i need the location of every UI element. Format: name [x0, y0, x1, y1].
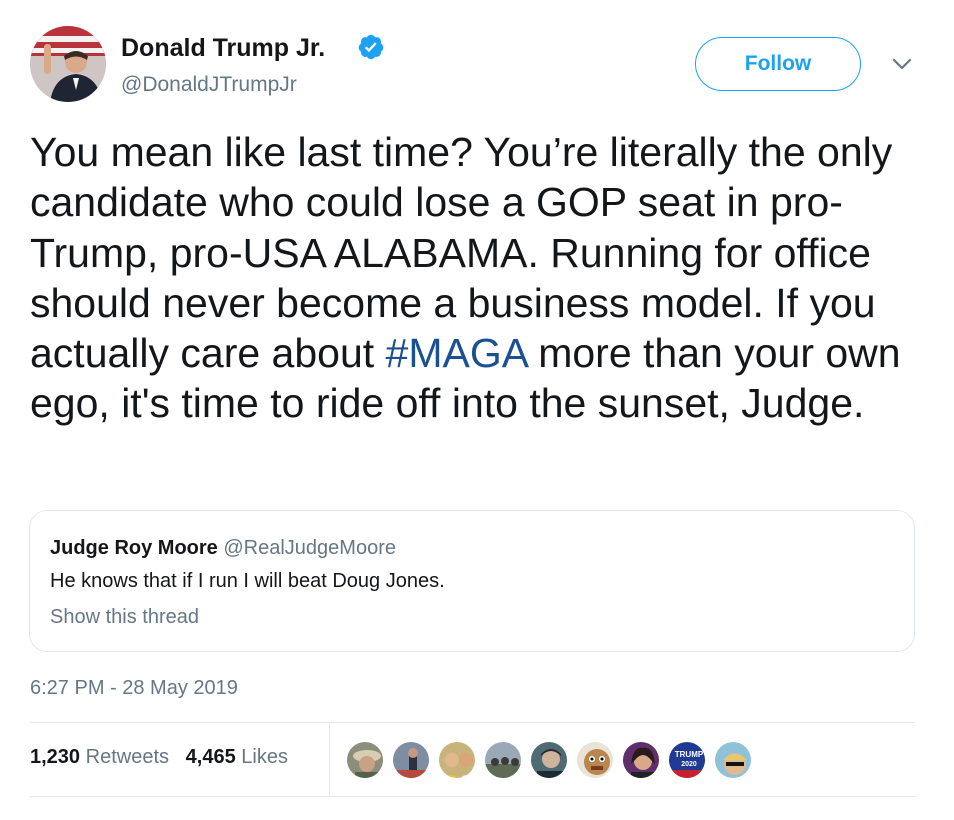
- liker-avatar[interactable]: [621, 740, 661, 780]
- likes-label: Likes: [241, 746, 288, 768]
- liker-avatar[interactable]: [345, 740, 385, 780]
- quoted-tweet-text: He knows that if I run I will beat Doug …: [50, 570, 445, 592]
- svg-text:TRUMP: TRUMP: [675, 750, 704, 759]
- show-thread-link[interactable]: Show this thread: [50, 606, 199, 629]
- liker-avatar[interactable]: [391, 740, 431, 780]
- quoted-author-name: Judge Roy Moore: [50, 537, 218, 559]
- stats-divider: [329, 723, 330, 795]
- liker-avatar[interactable]: [575, 740, 615, 780]
- retweets-count: 1,230: [30, 746, 81, 768]
- divider: [30, 796, 915, 797]
- divider: [30, 722, 915, 723]
- liker-avatar[interactable]: [529, 740, 569, 780]
- likes-count: 4,465: [185, 746, 236, 768]
- quoted-author-handle: @RealJudgeMoore: [223, 537, 396, 559]
- liker-avatar[interactable]: [713, 740, 753, 780]
- likes-stat[interactable]: 4,465 Likes: [186, 746, 288, 768]
- liker-avatar[interactable]: [483, 740, 523, 780]
- verified-badge-icon: [357, 33, 385, 61]
- tweet-timestamp[interactable]: 6:27 PM - 28 May 2019: [30, 677, 238, 700]
- retweets-label: Retweets: [85, 746, 169, 768]
- quoted-tweet-author: Judge Roy Moore @RealJudgeMoore: [50, 537, 396, 560]
- author-handle[interactable]: @DonaldJTrumpJr: [121, 73, 297, 97]
- follow-button[interactable]: Follow: [695, 37, 861, 91]
- liker-avatar[interactable]: [437, 740, 477, 780]
- author-display-name[interactable]: Donald Trump Jr.: [121, 33, 325, 63]
- svg-text:2020: 2020: [681, 761, 697, 768]
- tweet-text: You mean like last time? You’re literall…: [30, 127, 930, 429]
- hashtag-link[interactable]: #MAGA: [386, 330, 527, 376]
- tweet-stats: 1,230 Retweets 4,465 Likes: [30, 746, 288, 769]
- quoted-tweet-card[interactable]: Judge Roy Moore @RealJudgeMoore He knows…: [29, 510, 915, 652]
- chevron-down-icon[interactable]: [889, 54, 915, 74]
- liker-avatar[interactable]: TRUMP 2020: [667, 740, 707, 780]
- author-avatar[interactable]: [30, 26, 106, 102]
- retweets-stat[interactable]: 1,230 Retweets: [30, 746, 169, 768]
